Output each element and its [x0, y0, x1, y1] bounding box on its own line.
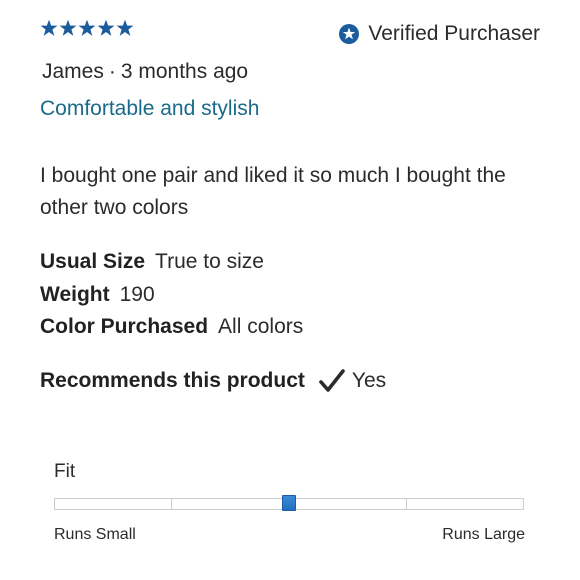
review-meta: James · 3 months ago: [42, 60, 248, 84]
verified-label: Verified Purchaser: [368, 22, 540, 45]
fit-min-label: Runs Small: [54, 526, 136, 543]
review-date: 3 months ago: [120, 60, 249, 83]
attribute-value: All colors: [218, 315, 304, 338]
star-icon: [97, 19, 115, 36]
recommend-label: Recommends this product: [40, 369, 305, 392]
fit-segment: [407, 499, 523, 509]
checkmark-icon: [319, 369, 345, 392]
attribute-key: Color Purchased: [40, 315, 209, 338]
attribute-value: 190: [119, 283, 155, 306]
attribute-key: Usual Size: [40, 250, 146, 273]
review-headline: Comfortable and stylish: [40, 97, 260, 120]
star-icon: [78, 19, 96, 36]
attribute-color-purchased: Color Purchased All colors: [40, 315, 303, 339]
verified-purchaser-badge: Verified Purchaser: [339, 22, 540, 46]
attribute-weight: Weight 190: [40, 283, 155, 307]
fit-segment: [172, 499, 290, 509]
star-rating: [40, 19, 134, 37]
meta-separator: ·: [108, 60, 116, 83]
recommend-value: Yes: [351, 369, 387, 392]
recommends-product: Recommends this product Yes: [40, 369, 386, 393]
fit-marker: [282, 495, 296, 511]
attribute-value: True to size: [155, 250, 264, 273]
review-card: Verified Purchaser James · 3 months ago Co…: [0, 0, 580, 580]
attribute-key: Weight: [40, 283, 110, 306]
star-icon: [116, 19, 134, 36]
star-icon: [40, 19, 58, 36]
star-icon: [59, 19, 77, 36]
fit-segment: [55, 499, 173, 509]
fit-segment: [290, 499, 407, 509]
attribute-usual-size: Usual Size True to size: [40, 250, 264, 274]
fit-label: Fit: [54, 461, 76, 482]
verified-star-icon: [339, 24, 360, 44]
fit-max-label: Runs Large: [442, 526, 525, 543]
author-name: James: [42, 60, 104, 83]
review-body: I bought one pair and liked it so much I…: [40, 164, 506, 219]
